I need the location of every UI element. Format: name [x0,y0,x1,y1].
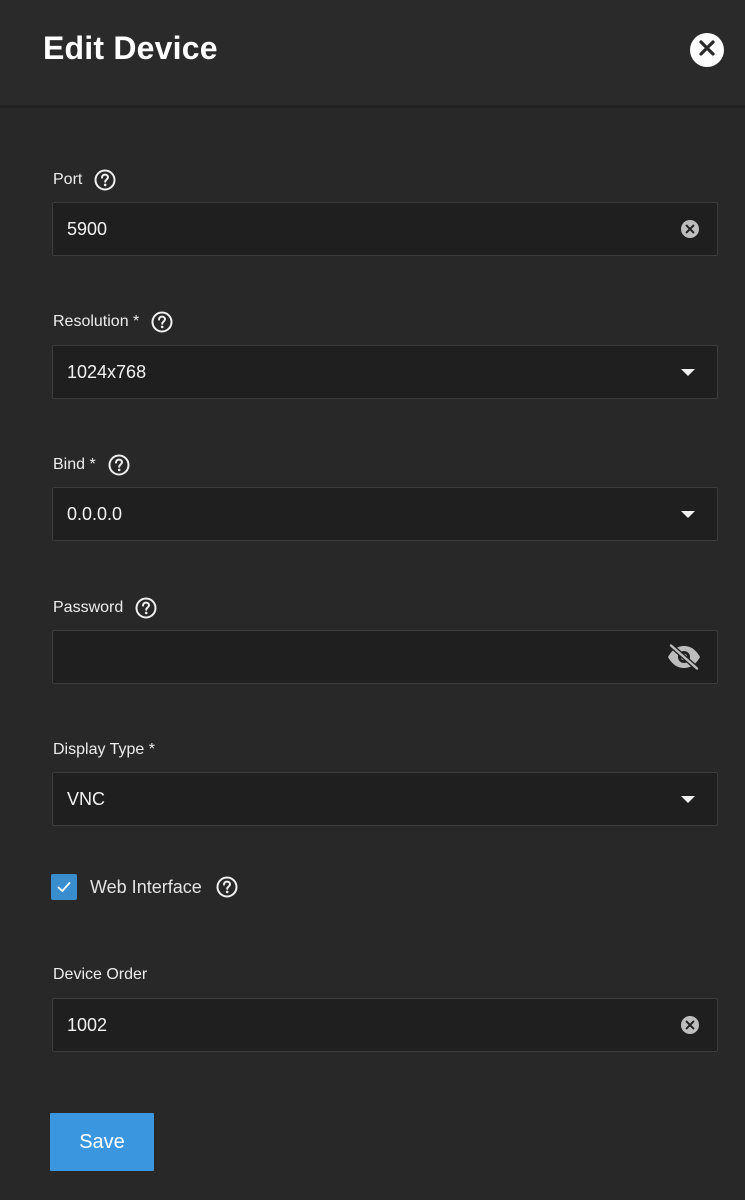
device-order-input[interactable] [67,999,647,1051]
port-field[interactable] [52,202,718,256]
web-interface-row: Web Interface [51,873,238,901]
password-input[interactable] [67,631,647,683]
port-help-icon[interactable] [94,169,116,191]
resolution-help-icon[interactable] [151,311,173,333]
web-interface-help-icon[interactable] [216,876,238,898]
bind-select[interactable]: 0.0.0.0 [52,487,718,541]
device-order-label: Device Order [53,963,147,987]
password-label: Password [53,596,157,620]
bind-value: 0.0.0.0 [67,504,123,524]
device-order-label-text: Device Order [53,966,148,983]
password-field[interactable] [52,630,718,684]
port-input[interactable] [67,203,647,255]
bind-help-icon[interactable] [108,454,130,476]
save-button[interactable]: Save [50,1113,154,1171]
device-order-clear-icon[interactable] [680,999,700,1051]
password-label-text: Password [53,599,124,616]
web-interface-label: Web Interface [90,876,202,897]
port-label-text: Port [53,171,83,188]
display-type-value: VNC [67,789,106,809]
dialog-title: Edit Device [43,30,218,66]
resolution-chevron-down-icon[interactable] [679,346,697,398]
close-icon [698,39,716,62]
close-button[interactable] [690,33,724,67]
display-type-label: Display Type * [53,738,155,762]
bind-label: Bind * [53,453,130,477]
web-interface-checkbox[interactable] [51,874,77,900]
password-help-icon[interactable] [135,597,157,619]
display-type-chevron-down-icon[interactable] [679,773,697,825]
resolution-value: 1024x768 [67,362,147,382]
port-label: Port [53,168,116,192]
resolution-label-text: Resolution * [53,313,140,330]
port-clear-icon[interactable] [680,203,700,255]
dialog-header: Edit Device [0,0,745,108]
bind-chevron-down-icon[interactable] [679,488,697,540]
resolution-select[interactable]: 1024x768 [52,345,718,399]
eye-off-icon[interactable] [665,631,703,683]
device-order-field[interactable] [52,998,718,1052]
resolution-label: Resolution * [53,310,173,334]
display-type-select[interactable]: VNC [52,772,718,826]
check-icon [57,882,71,892]
display-type-label-text: Display Type * [53,741,155,758]
bind-label-text: Bind * [53,456,96,473]
